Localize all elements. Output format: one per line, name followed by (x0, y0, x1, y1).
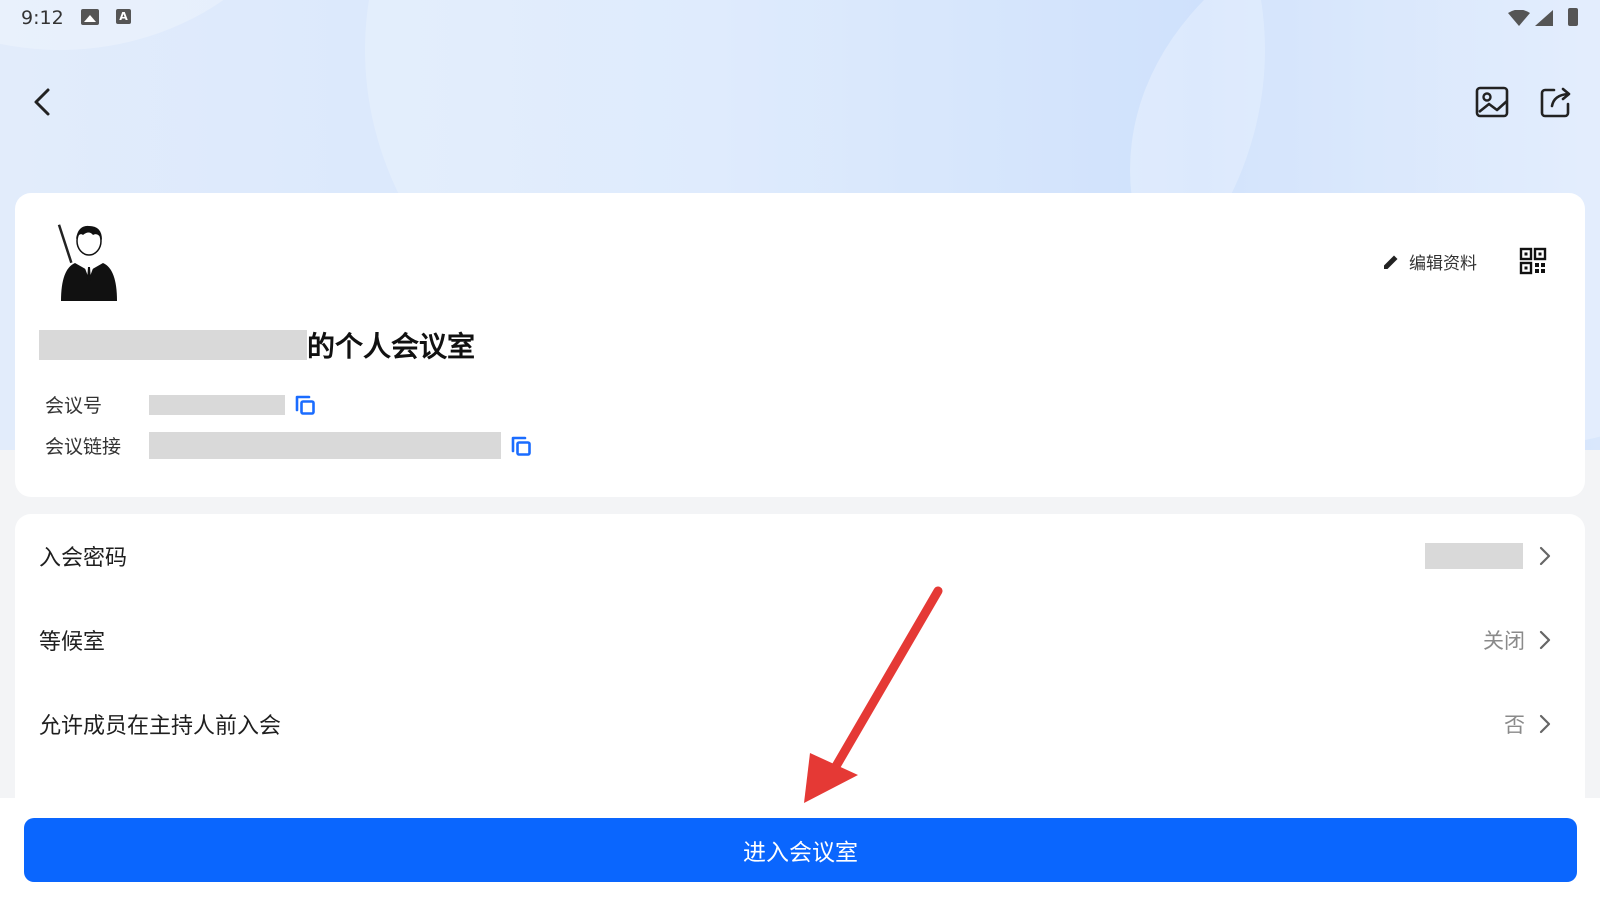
status-time: 9:12 (21, 7, 64, 29)
meeting-link-row: 会议链接 (45, 432, 533, 459)
settings-card: 入会密码 等候室 关闭 允许成员在主持人前入会 否 (15, 514, 1585, 814)
edit-profile-label: 编辑资料 (1409, 254, 1477, 274)
edit-profile-button[interactable]: 编辑资料 (1381, 249, 1477, 274)
meeting-id-label: 会议号 (45, 395, 103, 417)
setting-label: 允许成员在主持人前入会 (39, 714, 282, 739)
meeting-room-title: 的个人会议室 (39, 325, 475, 365)
a-status-icon: A (116, 9, 131, 24)
copy-icon[interactable] (293, 393, 317, 417)
enter-meeting-room-button[interactable]: 进入会议室 (24, 818, 1577, 882)
title-suffix: 的个人会议室 (307, 330, 476, 363)
back-button[interactable] (20, 80, 64, 124)
avatar[interactable] (53, 221, 123, 301)
pencil-icon (1384, 255, 1398, 269)
setting-label: 等候室 (39, 630, 106, 655)
qr-code-icon[interactable] (1519, 247, 1547, 275)
image-status-icon (81, 9, 99, 25)
setting-row-waiting-room[interactable]: 等候室 关闭 (15, 598, 1585, 682)
setting-row-password[interactable]: 入会密码 (15, 514, 1585, 598)
wifi-icon (1508, 10, 1530, 26)
redacted-password (1425, 543, 1523, 569)
battery-icon (1568, 8, 1578, 26)
redacted-meeting-id (149, 394, 285, 415)
chevron-right-icon (1539, 546, 1551, 566)
meeting-link-label: 会议链接 (45, 436, 122, 458)
chevron-left-icon (34, 88, 50, 116)
redacted-username (39, 330, 307, 360)
copy-icon[interactable] (509, 434, 533, 458)
chevron-right-icon (1539, 714, 1551, 734)
share-button[interactable] (1535, 80, 1579, 124)
signal-icon (1535, 10, 1553, 26)
redacted-meeting-link (149, 432, 501, 459)
status-bar: 9:12 A (0, 0, 1600, 36)
profile-card: 编辑资料 的个人会议室 会议号 会议链接 (15, 193, 1585, 497)
save-image-button[interactable] (1470, 80, 1514, 124)
setting-row-join-before-host[interactable]: 允许成员在主持人前入会 否 (15, 682, 1585, 766)
meeting-id-row: 会议号 (45, 391, 317, 418)
setting-label: 入会密码 (39, 546, 128, 571)
share-icon (1540, 87, 1571, 118)
image-icon (1475, 86, 1509, 118)
setting-value: 否 (1504, 713, 1525, 737)
setting-value: 关闭 (1483, 629, 1525, 653)
chevron-right-icon (1539, 630, 1551, 650)
